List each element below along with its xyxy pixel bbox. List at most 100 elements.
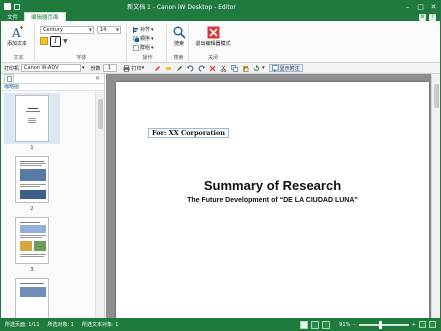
- delete-icon[interactable]: [209, 65, 216, 72]
- ribbon-group-label: 搜索: [173, 55, 184, 61]
- undo-icon[interactable]: [187, 65, 194, 72]
- chevron-down-icon: ▼: [88, 27, 92, 32]
- show-annotations-toggle[interactable]: 显示附注: [268, 64, 303, 72]
- thumbnail-image: [15, 156, 49, 203]
- status-objects-info: 所选对象: 1: [47, 322, 74, 328]
- undo-annotation-icon[interactable]: [154, 65, 161, 72]
- paste-icon[interactable]: [242, 65, 249, 72]
- group-button[interactable]: 群组 ▾: [133, 44, 154, 51]
- scrollbar-thumb[interactable]: [434, 84, 439, 108]
- cut-icon[interactable]: [220, 64, 227, 72]
- fit-width-icon[interactable]: [429, 321, 436, 328]
- font-name-combo[interactable]: Century ▼: [40, 26, 94, 34]
- panel-title: 缩略图: [1, 84, 104, 91]
- search-icon: [172, 25, 186, 39]
- maximize-icon[interactable]: □: [414, 1, 427, 12]
- tab-thumbnails[interactable]: [4, 74, 14, 83]
- minimize-icon[interactable]: –: [401, 1, 414, 12]
- thumbnail-page-3[interactable]: 3: [4, 215, 60, 273]
- thumbnail-scrollbar[interactable]: [95, 91, 104, 318]
- align-button[interactable]: 对齐 ▾: [133, 26, 154, 33]
- chevron-down-icon: ▾: [151, 26, 154, 33]
- editor-window: 新文档 1 - Canon iW Desktop - Editor – □ ✕ …: [0, 0, 441, 331]
- printer-select[interactable]: Canon iR-ADV: [21, 64, 82, 72]
- align-icon: [133, 26, 138, 33]
- thumbnail-number: 2: [30, 206, 34, 212]
- ribbon-group-text: A 添加文本 文本: [3, 23, 35, 61]
- add-text-label: 添加文本: [7, 41, 28, 47]
- annotation-icon: [271, 64, 279, 72]
- font-color-icon[interactable]: ▼: [63, 38, 68, 45]
- tab-file[interactable]: 文件: [1, 12, 24, 21]
- thumbnail-frame: [4, 93, 60, 144]
- add-text-button[interactable]: A 添加文本: [7, 25, 27, 47]
- font-size-combo[interactable]: 14 ▼: [97, 26, 121, 34]
- redo-icon[interactable]: [198, 65, 206, 72]
- settings-icon[interactable]: ⚙: [419, 14, 426, 21]
- fit-page-icon[interactable]: [419, 321, 426, 328]
- close-panel-icon[interactable]: ✕: [95, 75, 100, 82]
- ribbon-group-label: 文本: [13, 55, 24, 61]
- order-label: 顺序: [140, 36, 151, 42]
- zoom-out-icon[interactable]: –: [353, 322, 356, 328]
- thumbnail-page-2[interactable]: 2: [4, 154, 60, 212]
- close-editor-button[interactable]: 退出编辑器模式: [195, 25, 231, 47]
- chevron-down-icon[interactable]: ▾: [262, 65, 265, 71]
- document-scrollbar[interactable]: [431, 74, 440, 318]
- print-toolbar: 打印机 Canon iR-ADV ▾ 份数 1 打印 ▾ ▾ 显示附注: [1, 63, 440, 74]
- order-icon: [133, 35, 139, 42]
- thumbnail-number: 3: [30, 267, 34, 273]
- chevron-down-icon: ▾: [151, 44, 154, 51]
- thumbnail-image: [15, 95, 49, 142]
- font-name-value: Century: [43, 27, 63, 33]
- copy-icon[interactable]: [231, 64, 238, 72]
- two-page-view-button[interactable]: [322, 320, 331, 329]
- document-subtitle: The Future Development of “DE LA CIUDAD …: [187, 197, 358, 204]
- ribbon-group-label: 关闭: [207, 55, 218, 61]
- highlight-icon[interactable]: [165, 65, 172, 72]
- svg-text:A: A: [11, 26, 21, 39]
- scrollbar-thumb[interactable]: [98, 99, 103, 129]
- thumbnail-panel: ✕ 缩略图 1 2 3: [1, 74, 105, 318]
- thumbnail-image: [15, 217, 49, 264]
- order-button[interactable]: 顺序 ▾: [133, 35, 154, 42]
- document-view: For: XX Corporation Summary of Research …: [106, 74, 440, 322]
- chevron-down-icon[interactable]: ▾: [82, 65, 85, 71]
- ribbon-group-search: 搜索 搜索: [169, 23, 189, 61]
- zoom-slider[interactable]: [358, 320, 409, 329]
- thumbnail-frame: [4, 154, 60, 205]
- copies-stepper[interactable]: 1: [102, 64, 117, 72]
- print-label: 打印: [131, 65, 142, 72]
- tab-editor-page[interactable]: 编辑器页面: [24, 12, 66, 21]
- zoom-slider-knob[interactable]: [379, 320, 383, 329]
- thumbnail-list: 1 2 3: [1, 91, 95, 318]
- group-label: 群组: [140, 45, 151, 51]
- zoom-value: 91%: [339, 321, 351, 328]
- thumbnail-image: [15, 278, 49, 318]
- single-page-view-button[interactable]: [300, 320, 309, 329]
- italic-button[interactable]: I: [50, 36, 61, 47]
- close-window-icon[interactable]: ✕: [427, 1, 440, 12]
- highlight-color-icon[interactable]: [40, 37, 48, 45]
- status-page-info: 所选页面: 1/11: [5, 322, 40, 328]
- ribbon-group-label: 字体: [76, 55, 87, 61]
- copies-label: 份数: [90, 65, 101, 72]
- print-button[interactable]: 打印 ▾: [121, 64, 144, 72]
- continuous-view-button[interactable]: [311, 320, 320, 329]
- help-icon[interactable]: ?: [429, 14, 436, 21]
- search-button[interactable]: 搜索: [172, 25, 186, 47]
- align-label: 对齐: [140, 27, 151, 33]
- rotate-icon[interactable]: [253, 64, 260, 72]
- pen-icon[interactable]: [176, 65, 183, 72]
- thumbnail-page-4[interactable]: [4, 276, 60, 318]
- panel-tabs: ✕: [1, 74, 104, 84]
- document-title: Summary of Research: [203, 178, 342, 193]
- status-bar: 所选页面: 1/11 所选对象: 1 所选文本对象: 1 91% – +: [1, 318, 440, 330]
- status-text-info: 所选文本对象: 1: [81, 322, 119, 328]
- selected-text-box[interactable]: For: XX Corporation: [148, 128, 230, 138]
- thumbnail-page-1[interactable]: 1: [4, 93, 60, 151]
- menu-bar: 文件 编辑器页面 ⚙ ?: [1, 12, 440, 21]
- printer-value: Canon iR-ADV: [24, 65, 59, 71]
- show-annotations-label: 显示附注: [279, 65, 300, 72]
- zoom-in-icon[interactable]: +: [412, 322, 416, 328]
